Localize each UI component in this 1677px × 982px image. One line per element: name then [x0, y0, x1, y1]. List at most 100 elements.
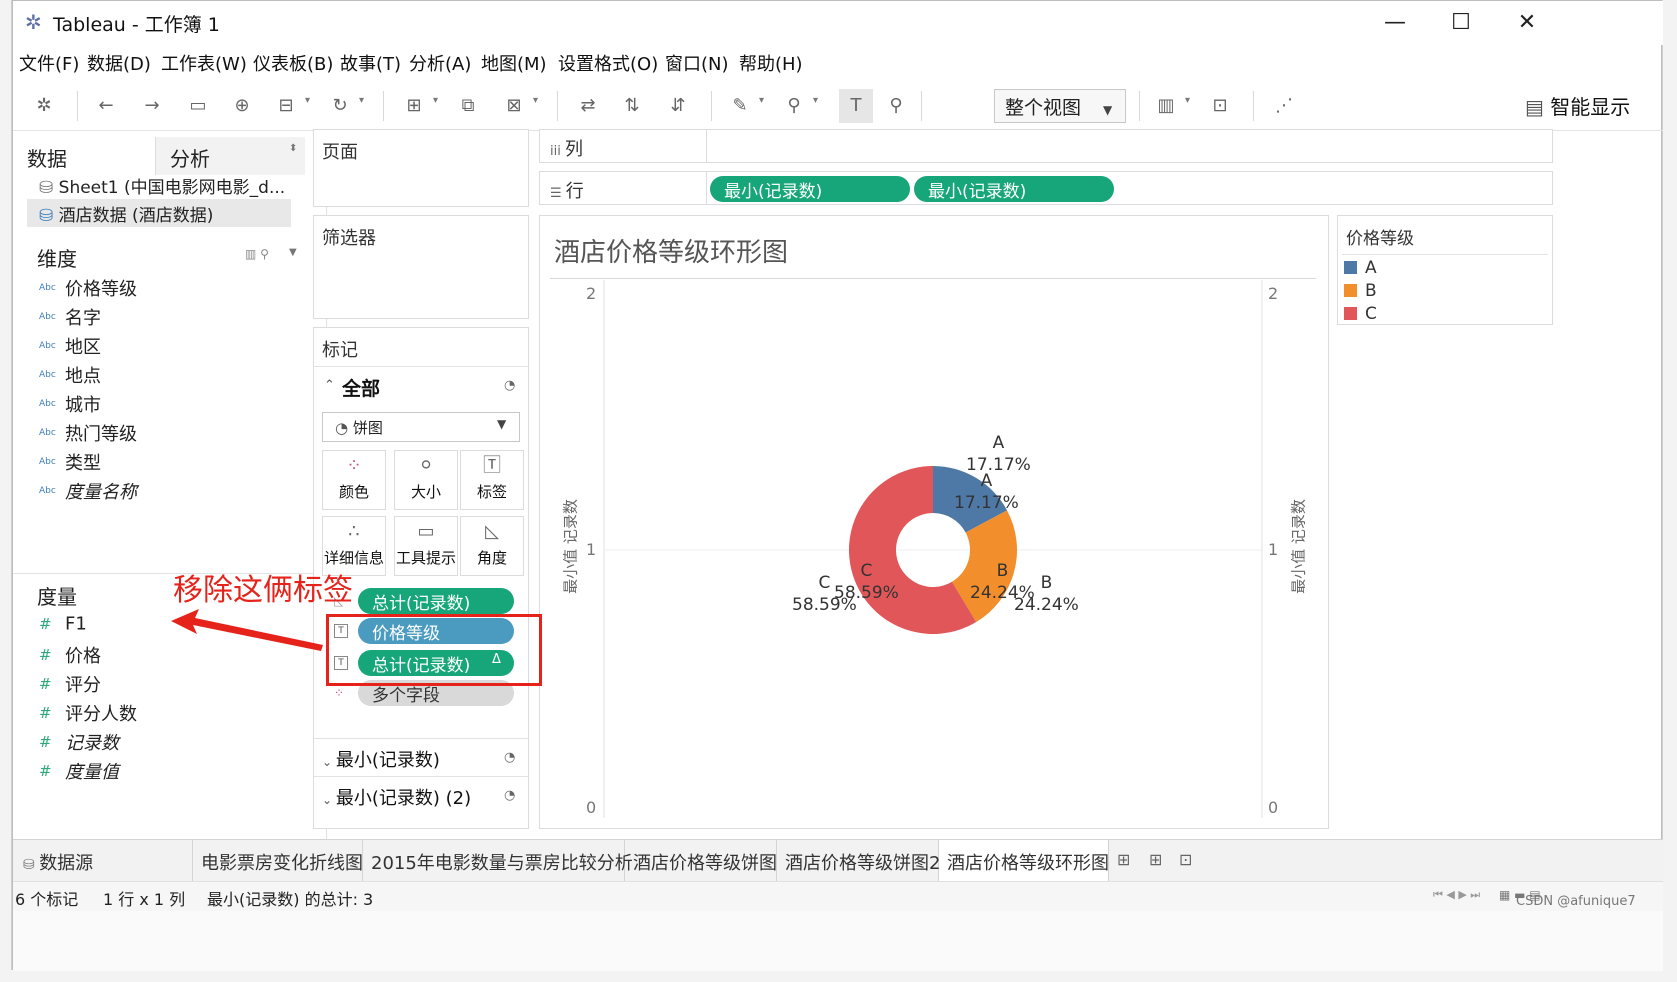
menu-worksheet[interactable]: 工作表(W)	[161, 50, 247, 76]
duplicate-sheet-icon[interactable]: ⧉	[455, 93, 481, 119]
field-item[interactable]: Abc 度量名称	[39, 478, 137, 506]
save-icon[interactable]: ▭	[185, 93, 211, 119]
highlight-icon[interactable]: ✎	[727, 93, 753, 119]
chevron-down-icon[interactable]: ▾	[1185, 95, 1190, 106]
clear-sheet-icon[interactable]: ⊠	[501, 93, 527, 119]
menu-data[interactable]: 数据(D)	[87, 50, 151, 76]
tab-sheet[interactable]: 2015年电影数量与票房比较分析	[363, 840, 633, 882]
undo-icon[interactable]: ←	[93, 93, 119, 119]
menu-format[interactable]: 设置格式(O)	[558, 50, 658, 76]
field-item[interactable]: Abc 类型	[39, 449, 101, 477]
field-item[interactable]: # 度量值	[39, 758, 119, 786]
menu-analysis[interactable]: 分析(A)	[409, 50, 471, 76]
chevron-down-icon[interactable]: ▾	[759, 95, 764, 106]
chevron-down-icon[interactable]: ▾	[359, 95, 364, 106]
chevron-down-icon[interactable]: ▾	[533, 95, 538, 106]
chevron-down-icon[interactable]: ▼	[289, 247, 297, 258]
tab-sheet[interactable]: 酒店价格等级饼图2	[777, 840, 940, 882]
new-dashboard-icon[interactable]: ⊞	[1149, 850, 1162, 869]
tab-navigation-icon[interactable]: ⏮ ◀ ▶ ⏭	[1433, 888, 1480, 902]
chevron-down-icon[interactable]: ▼	[1103, 103, 1112, 117]
datasource-item-active[interactable]: ⛁ 酒店数据 (酒店数据)	[27, 199, 291, 227]
minimize-icon[interactable]: —	[1366, 5, 1424, 41]
chevron-updown-icon[interactable]: ⬍	[289, 143, 297, 154]
tab-datasource[interactable]: ⛁ 数据源	[13, 840, 193, 882]
new-story-icon[interactable]: ⊡	[1179, 850, 1192, 869]
tab-analysis[interactable]: 分析	[155, 137, 305, 175]
show-mark-labels-icon[interactable]: T	[839, 89, 873, 123]
divider	[1342, 254, 1548, 255]
color-legend: 价格等级 A B C	[1337, 215, 1553, 325]
tableau-home-icon[interactable]: ✲	[31, 93, 57, 119]
field-item[interactable]: # 评分人数	[39, 700, 137, 728]
chevron-up-icon[interactable]: ⌃	[324, 378, 335, 393]
pages-shelf[interactable]: 页面	[313, 129, 529, 207]
marks-subcard-min-records-2[interactable]: ⌄ 最小(记录数) (2) ◔	[322, 784, 522, 812]
pin-axes-icon[interactable]: ⚲	[883, 93, 909, 119]
angle-icon: ◺	[485, 521, 499, 542]
filters-shelf[interactable]: 筛选器	[313, 215, 529, 319]
chevron-down-icon[interactable]: ▾	[813, 95, 818, 106]
row-pill[interactable]: 最小(记录数)	[710, 176, 910, 202]
field-item[interactable]: Abc 城市	[39, 391, 101, 419]
close-icon[interactable]: ✕	[1498, 5, 1556, 41]
datasource-item[interactable]: ⛁ Sheet1 (中国电影网电影_d...	[39, 173, 285, 198]
field-item[interactable]: # 评分	[39, 671, 101, 699]
legend-item-c[interactable]: C	[1344, 304, 1377, 324]
sort-descending-icon[interactable]: ⇵	[665, 93, 691, 119]
tooltip-button[interactable]: ▭ 工具提示	[394, 516, 458, 576]
chevron-down-icon[interactable]: ▾	[433, 95, 438, 106]
field-item[interactable]: Abc 地区	[39, 333, 101, 361]
field-name: 度量值	[65, 762, 119, 783]
string-type-icon: Abc	[39, 399, 56, 409]
marks-subcard-min-records[interactable]: ⌄ 最小(记录数) ◔	[322, 746, 522, 774]
field-item[interactable]: # F1	[39, 613, 87, 641]
row-pill[interactable]: 最小(记录数)	[914, 176, 1114, 202]
menu-help[interactable]: 帮助(H)	[739, 50, 803, 76]
size-button[interactable]: ⚪ 大小	[394, 450, 458, 510]
mark-type-dropdown[interactable]: ◔ 饼图 ▼	[322, 412, 520, 442]
field-item[interactable]: Abc 价格等级	[39, 275, 137, 303]
tab-sheet[interactable]: 电影票房变化折线图	[193, 840, 363, 882]
maximize-icon[interactable]: ☐	[1432, 5, 1490, 41]
field-item[interactable]: # 记录数	[39, 729, 119, 757]
show-me-button[interactable]: ▤ 智能显示	[1525, 91, 1630, 120]
angle-pill[interactable]: 总计(记录数)	[358, 588, 514, 614]
menu-window[interactable]: 窗口(N)	[665, 50, 729, 76]
tab-sheet-active[interactable]: 酒店价格等级环形图	[939, 840, 1109, 882]
share-icon[interactable]: ⋰	[1271, 93, 1297, 119]
menu-map[interactable]: 地图(M)	[481, 50, 547, 76]
rows-shelf[interactable]: ☰ 行 最小(记录数) 最小(记录数)	[539, 171, 1553, 205]
angle-button[interactable]: ◺ 角度	[460, 516, 524, 576]
field-item[interactable]: Abc 名字	[39, 304, 101, 332]
field-item[interactable]: Abc 热门等级	[39, 420, 137, 448]
new-worksheet-icon[interactable]: ⊞	[1117, 850, 1130, 869]
filters-title: 筛选器	[322, 228, 376, 249]
refresh-icon[interactable]: ↻	[327, 93, 353, 119]
legend-item-b[interactable]: B	[1344, 281, 1377, 301]
swap-rows-columns-icon[interactable]: ⇄	[575, 93, 601, 119]
menu-file[interactable]: 文件(F)	[19, 50, 79, 76]
show-cards-icon[interactable]: ▥	[1153, 93, 1179, 119]
tab-sheet[interactable]: 酒店价格等级饼图	[625, 840, 777, 882]
chevron-down-icon[interactable]: ▾	[305, 95, 310, 106]
legend-item-a[interactable]: A	[1344, 258, 1377, 278]
sort-ascending-icon[interactable]: ⇅	[619, 93, 645, 119]
view-options-icon[interactable]: ▥ ⚲	[245, 247, 269, 261]
presentation-mode-icon[interactable]: ⊡	[1207, 93, 1233, 119]
color-button[interactable]: ⁘ 颜色	[322, 450, 386, 510]
label-button[interactable]: 🅃 标签	[460, 450, 524, 510]
redo-icon[interactable]: →	[139, 93, 165, 119]
tab-data[interactable]: 数据	[13, 137, 155, 175]
group-icon[interactable]: ⚲	[781, 93, 807, 119]
new-datasource-icon[interactable]: ⊕	[229, 93, 255, 119]
marks-all-label[interactable]: 全部	[342, 374, 380, 401]
menu-story[interactable]: 故事(T)	[340, 50, 401, 76]
new-worksheet-icon[interactable]: ⊞	[401, 93, 427, 119]
pause-updates-icon[interactable]: ⊟	[273, 93, 299, 119]
field-item[interactable]: Abc 地点	[39, 362, 101, 390]
field-item[interactable]: # 价格	[39, 642, 101, 670]
legend-swatch	[1344, 307, 1357, 320]
menu-dashboard[interactable]: 仪表板(B)	[253, 50, 333, 76]
columns-shelf[interactable]: iii 列	[539, 129, 1553, 163]
